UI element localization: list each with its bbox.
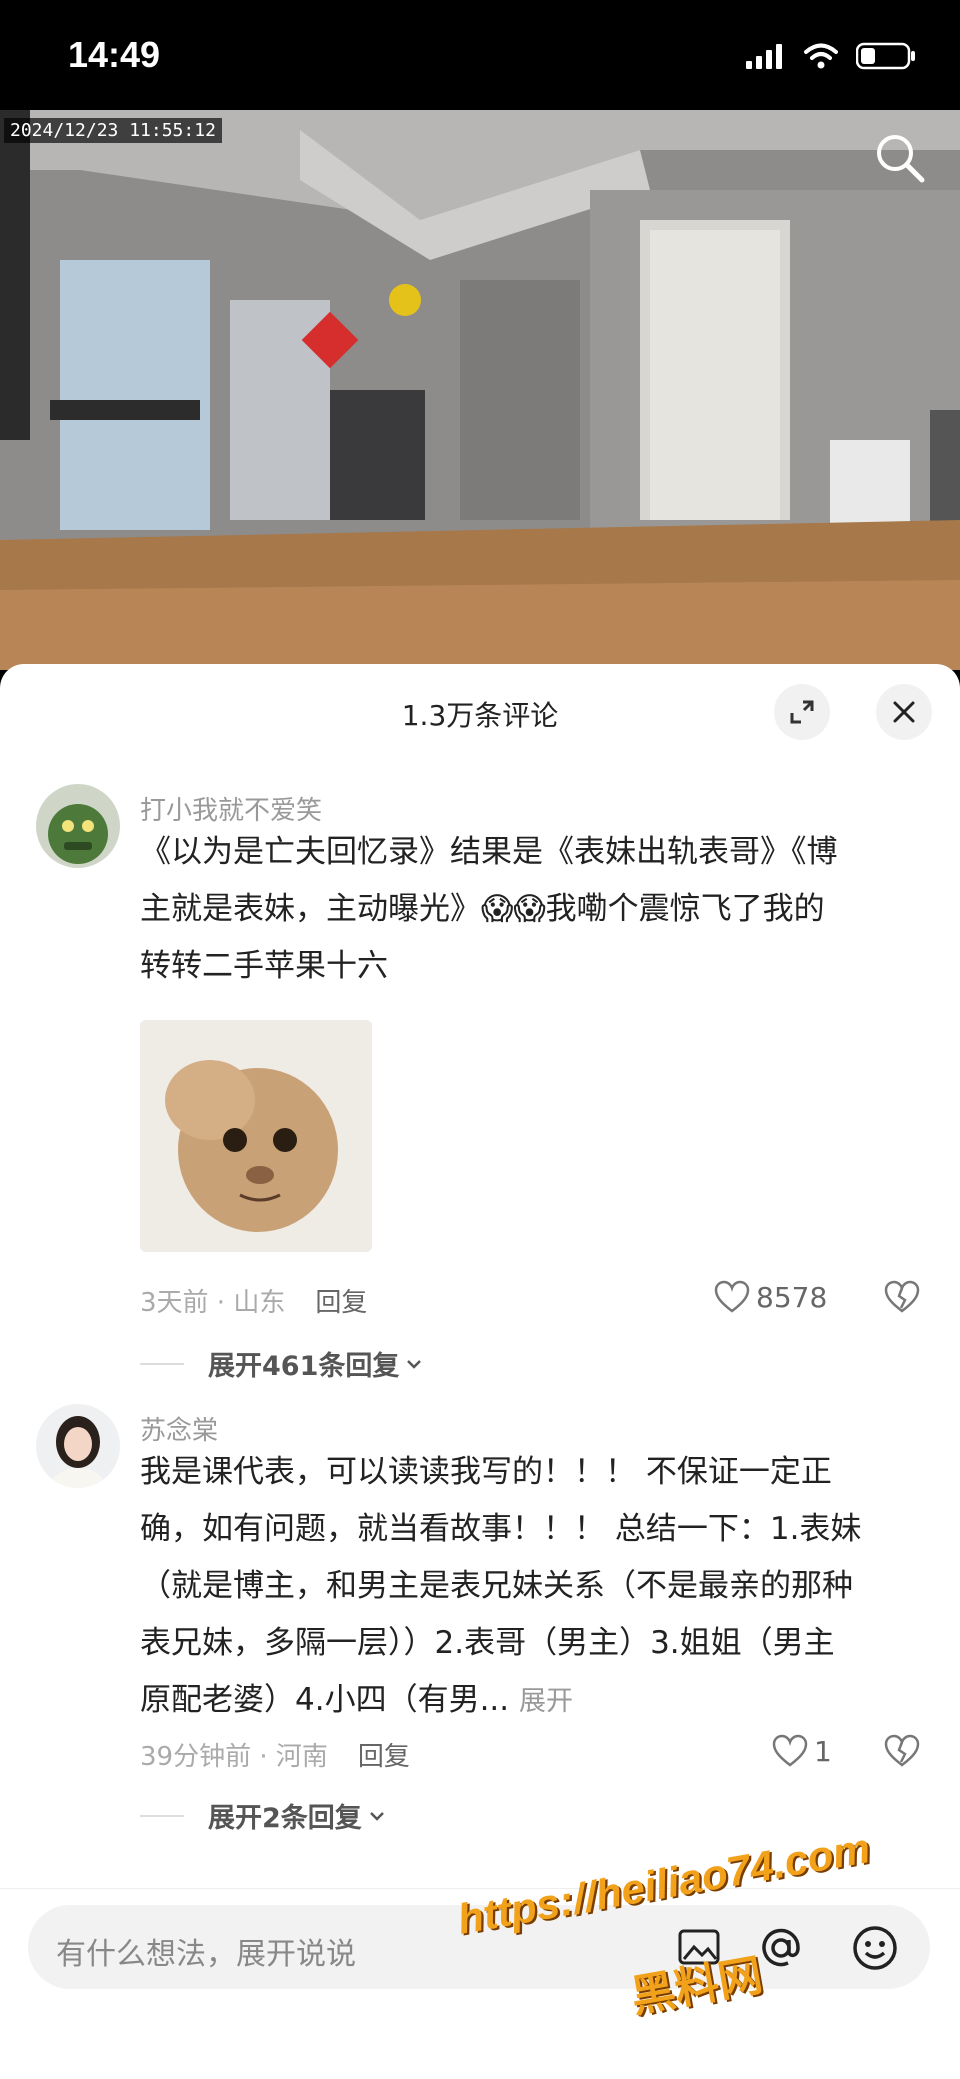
status-time: 14:49 [68, 34, 161, 75]
expand-text-button[interactable]: 展开 [519, 1686, 573, 1717]
reply-button[interactable]: 回复 [358, 1742, 410, 1772]
dragon-avatar-icon [36, 784, 120, 868]
like-count: 1 [814, 1734, 832, 1768]
heart-icon [714, 1280, 750, 1313]
battery-icon [856, 42, 915, 70]
status-bar: 14:49 [0, 0, 960, 110]
like-button[interactable]: 8578 [714, 1280, 827, 1314]
search-icon [877, 135, 925, 183]
comment-meta: 3天前 · 山东 回复 [140, 1288, 368, 1318]
dislike-button[interactable] [884, 1280, 920, 1314]
expand-replies-button[interactable]: 展开2条回复 [140, 1796, 388, 1835]
video-player[interactable] [0, 110, 960, 670]
emoji-icon[interactable] [852, 1925, 898, 1971]
expand-replies-button[interactable]: 展开461条回复 [140, 1344, 425, 1383]
avatar[interactable] [36, 784, 120, 868]
portrait-avatar-icon [36, 1404, 120, 1488]
video-timestamp: 2024/12/23 11:55:12 [4, 118, 222, 143]
like-count: 8578 [756, 1280, 828, 1314]
avatar[interactable] [36, 1404, 120, 1488]
close-icon [893, 701, 915, 723]
reply-button[interactable]: 回复 [315, 1288, 367, 1318]
like-button[interactable]: 1 [772, 1734, 832, 1768]
close-button[interactable] [876, 684, 932, 740]
search-button[interactable] [874, 132, 926, 188]
comment-username[interactable]: 苏念棠 [140, 1410, 218, 1447]
signal-icon [746, 44, 782, 69]
cat-sticker-icon [140, 1020, 372, 1252]
comment-text: 我是课代表，可以读读我写的！！！ 不保证一定正 确，如有问题，就当看故事！！！ … [140, 1454, 862, 1718]
comment-username[interactable]: 打小我就不爱笑 [140, 790, 322, 827]
chevron-down-icon [369, 1811, 384, 1821]
wifi-icon [804, 43, 838, 69]
broken-heart-icon [884, 1734, 920, 1767]
comment-image-cat[interactable] [140, 1020, 372, 1252]
at-mention-icon[interactable] [758, 1925, 804, 1971]
dislike-button[interactable] [884, 1734, 920, 1768]
expand-sheet-button[interactable] [774, 684, 830, 740]
chevron-down-icon [407, 1359, 422, 1369]
comment-input-placeholder: 有什么想法，展开说说 [56, 1937, 356, 1972]
comment-text: 《以为是亡夫回忆录》结果是《表妹出轨表哥》《博 主就是表妹，主动曝光》😱😱我嘞个… [140, 834, 838, 984]
broken-heart-icon [884, 1280, 920, 1313]
expand-icon [790, 700, 814, 724]
heart-icon [772, 1734, 808, 1767]
comment-meta: 39分钟前 · 河南 回复 [140, 1742, 410, 1772]
video-frame [0, 110, 960, 670]
